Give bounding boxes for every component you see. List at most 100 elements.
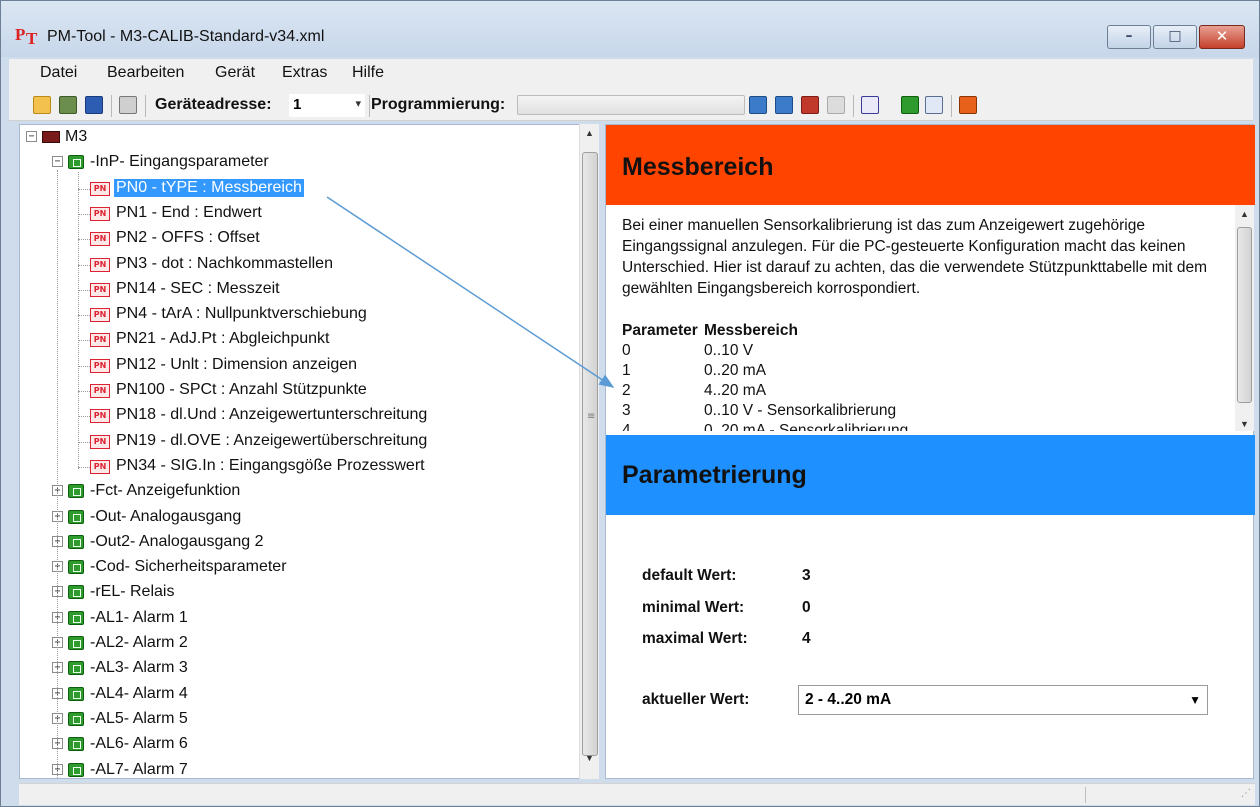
tree-item-parameter[interactable]: PN PN1 - End : Endwert — [90, 203, 598, 225]
scroll-thumb[interactable]: ≡ — [582, 152, 598, 756]
tree-item-parameter[interactable]: PN PN19 - dl.OVE : Anzeigewertüberschreit… — [90, 431, 598, 453]
tree-group[interactable]: + -AL5- Alarm 5 — [52, 709, 592, 731]
collapse-icon[interactable]: − — [26, 131, 37, 142]
tree-item-parameter[interactable]: PN PN4 - tArA : Nullpunktverschiebung — [90, 304, 598, 326]
tree-item-label: -AL4- Alarm 4 — [90, 684, 188, 702]
tree-item-label: PN21 - AdJ.Pt : Abgleichpunkt — [116, 330, 330, 348]
folder-icon — [68, 155, 84, 170]
open-folder-icon[interactable] — [33, 96, 51, 114]
folder-icon — [68, 585, 84, 600]
tree-connector — [78, 171, 79, 470]
tree-item-label: -AL3- Alarm 3 — [90, 659, 188, 677]
print-icon[interactable] — [119, 96, 137, 114]
tree-item-parameter[interactable]: PN PN100 - SPCt : Anzahl Stützpunkte — [90, 380, 598, 402]
tree-item-root[interactable]: − M3 — [26, 127, 566, 149]
tree-item-parameter[interactable]: PN PN12 - Unlt : Dimension anzeigen — [90, 355, 598, 377]
collapse-icon[interactable]: − — [52, 156, 63, 168]
chart-icon[interactable] — [861, 96, 879, 114]
menu-bearbeiten[interactable]: Bearbeiten — [107, 64, 184, 82]
tree-connector — [78, 188, 90, 190]
folder-icon — [68, 737, 84, 752]
connection-icon[interactable] — [827, 96, 845, 114]
tree-item-parameter[interactable]: PN PN18 - dl.Und : Anzeigewertunterschrei… — [90, 405, 598, 427]
min-value: 0 — [802, 599, 811, 616]
power-icon[interactable] — [959, 96, 977, 114]
parameter-tree: − M3− -InP- Eingangsparameter PN PN0 - tYPE … — [19, 124, 599, 779]
scroll-thumb[interactable] — [1237, 227, 1252, 403]
tree-group[interactable]: + -AL1- Alarm 1 — [52, 608, 592, 630]
tree-item-parameter[interactable]: PN PN14 - SEC : Messzeit — [90, 279, 598, 301]
description-scrollbar[interactable]: ▲ ▼ — [1235, 205, 1254, 431]
tree-item-label: -Cod- Sicherheitsparameter — [90, 558, 287, 576]
tree-item-label: PN100 - SPCt : Anzahl Stützpunkte — [116, 381, 367, 398]
toolbar-separator — [951, 95, 952, 117]
tree-group[interactable]: + -AL2- Alarm 2 — [52, 633, 592, 655]
open-device-icon[interactable] — [59, 96, 77, 114]
parameter-icon: PN — [90, 409, 110, 424]
table-icon[interactable] — [925, 96, 943, 114]
write-device-icon[interactable] — [775, 96, 793, 114]
tree-group-inp[interactable]: − -InP- Eingangsparameter — [52, 152, 592, 174]
app-logo-icon: P T — [15, 25, 38, 48]
menu-geraet[interactable]: Gerät — [215, 64, 255, 82]
folder-icon — [68, 661, 84, 676]
read-device-icon[interactable] — [749, 96, 767, 114]
folder-icon — [68, 686, 84, 701]
app-window: P T PM-Tool - M3-CALIB-Standard-v34.xml … — [0, 0, 1260, 807]
tree-item-parameter[interactable]: PN PN2 - OFFS : Offset — [90, 228, 598, 250]
tree-group[interactable]: + -AL3- Alarm 3 — [52, 658, 592, 680]
close-button[interactable]: ✕ — [1199, 25, 1245, 49]
menu-extras[interactable]: Extras — [282, 64, 327, 82]
tree-group[interactable]: + -AL4- Alarm 4 — [52, 684, 592, 706]
tree-group[interactable]: + -Out- Analogausgang — [52, 507, 592, 529]
device-icon — [42, 131, 60, 143]
scroll-down-icon[interactable]: ▼ — [580, 753, 599, 771]
tree-item-parameter[interactable]: PN PN34 - SIG.In : Eingangsgöße Prozesswe… — [90, 456, 598, 478]
tree-group[interactable]: + -Cod- Sicherheitsparameter — [52, 557, 592, 579]
description-text-area: Bei einer manuellen Sensorkalibrierung i… — [606, 205, 1235, 431]
detail-pane: Messbereich Bei einer manuellen Sensorka… — [605, 124, 1255, 779]
parameter-icon: PN — [90, 257, 110, 272]
parameter-icon: PN — [90, 358, 110, 373]
toolbar-separator — [853, 95, 854, 117]
tree-item-label: PN18 - dl.Und : Anzeigewertunterschreitu… — [116, 406, 428, 424]
tree-item-label: PN0 - tYPE : Messbereich — [114, 178, 304, 197]
tree-item-label: -Fct- Anzeigefunktion — [90, 482, 241, 500]
tree-connector — [78, 213, 90, 215]
tree-group[interactable]: + -rEL- Relais — [52, 582, 592, 604]
tree-item-parameter[interactable]: PN PN3 - dot : Nachkommastellen — [90, 254, 598, 276]
tree-item-label: -InP- Eingangsparameter — [90, 153, 269, 171]
min-value-label: minimal Wert: — [642, 599, 745, 616]
tree-connector — [78, 391, 90, 392]
tree-item-parameter[interactable]: PN PN0 - tYPE : Messbereich — [90, 178, 598, 200]
address-select[interactable]: 1 ▾ — [289, 94, 365, 117]
scroll-up-icon[interactable]: ▲ — [1235, 209, 1254, 219]
tree-connector — [78, 365, 90, 367]
device-settings-icon[interactable] — [901, 96, 919, 114]
range-table-row: 2 4..20 mA — [622, 382, 767, 399]
range-table-header: Parameter Messbereich — [622, 322, 798, 339]
tree-group[interactable]: + -Fct- Anzeigefunktion — [52, 481, 592, 503]
menu-hilfe[interactable]: Hilfe — [352, 64, 384, 82]
tree-item-label: PN12 - Unlt : Dimension anzeigen — [116, 355, 358, 373]
tree-item-parameter[interactable]: PN PN21 - AdJ.Pt : Abgleichpunkt — [90, 329, 598, 351]
tree-group[interactable]: + -Out2- Analogausgang 2 — [52, 532, 592, 554]
tree-scrollbar[interactable]: ▲ ≡ ▼ — [579, 124, 599, 779]
tree-item-label: PN2 - OFFS : Offset — [116, 229, 260, 247]
tree-group[interactable]: + -AL6- Alarm 6 — [52, 734, 592, 756]
maximize-button[interactable]: □ — [1153, 25, 1197, 49]
save-icon[interactable] — [85, 96, 103, 114]
scroll-down-icon[interactable]: ▼ — [1235, 419, 1254, 429]
range-table: Parameter Messbereich 0 0..10 V 1 0..20 … — [622, 320, 1221, 431]
current-value-select[interactable]: 2 - 4..20 mA ▼ — [798, 685, 1208, 715]
scroll-up-icon[interactable]: ▲ — [580, 128, 599, 146]
tree-item-label: -Out- Analogausgang — [90, 507, 242, 525]
minimize-button[interactable]: – — [1107, 25, 1151, 49]
menu-datei[interactable]: Datei — [40, 64, 77, 82]
toolbar-separator — [145, 95, 146, 117]
resize-grip-icon[interactable]: ⋰ — [1241, 788, 1251, 799]
address-label: Geräteadresse: — [155, 96, 272, 113]
parameter-icon: PN — [90, 434, 110, 449]
program-device-icon[interactable] — [801, 96, 819, 114]
tree-group[interactable]: + -AL7- Alarm 7 — [52, 760, 592, 779]
